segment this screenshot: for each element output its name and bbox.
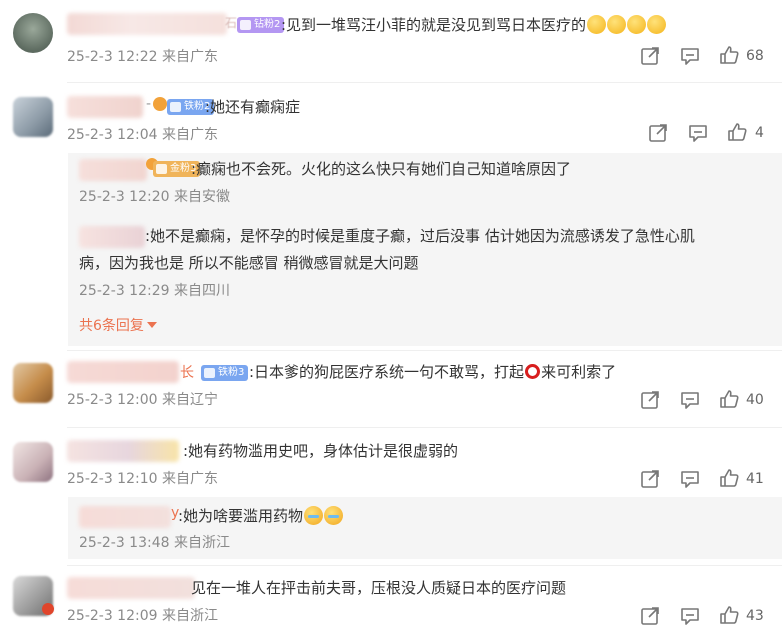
share-icon[interactable] [639,468,661,490]
reply-meta: 25-2-3 13:48 来自浙江 [79,533,230,553]
location: 来自广东 [161,127,218,143]
expand-replies-link[interactable]: 共6条回复 [79,316,157,336]
location: 来自广东 [161,49,218,65]
comment-icon[interactable] [679,605,701,627]
grin-emoji-icon [587,15,607,34]
reply-thread [68,153,782,346]
crying-emoji-icon [304,506,324,525]
comment-text: :她有药物滥用史吧，身体估计是很虚弱的 [183,442,459,460]
comment-icon[interactable] [687,122,709,144]
comment-meta: 25-2-3 12:10 来自广东 [67,469,218,489]
name-fragment: 长 [180,365,194,381]
username[interactable] [67,577,195,599]
grin-emoji-icon [607,15,627,34]
like-count: 40 [746,392,764,408]
username[interactable] [67,361,179,383]
reply-meta: 25-2-3 12:20 来自安徽 [79,187,230,207]
like-icon[interactable] [726,121,748,143]
timestamp: 25-2-3 12:22 [67,49,158,65]
timestamp: 25-2-3 12:20 [79,189,170,205]
timestamp: 25-2-3 12:04 [67,127,158,143]
grin-emoji-icon [647,15,667,34]
like-count: 68 [746,48,764,64]
comment-icon[interactable] [679,389,701,411]
like-icon[interactable] [718,388,740,410]
separator: - [146,96,152,112]
location: 来自四川 [173,283,230,299]
timestamp: 25-2-3 13:48 [79,535,170,551]
like-count: 4 [755,125,764,141]
location: 来自浙江 [173,535,230,551]
crying-emoji-icon [324,506,344,525]
divider [67,350,782,351]
timestamp: 25-2-3 12:29 [79,283,170,299]
reply-username[interactable] [79,226,145,248]
timestamp: 25-2-3 12:10 [67,471,158,487]
caret-down-icon [146,322,157,328]
reply-text: :她不是癫痫，是怀孕的时候是重度子癫，过后没事 估计她因为流感诱发了急性心肌 [145,227,695,245]
share-icon[interactable] [639,389,661,411]
share-icon[interactable] [639,605,661,627]
timestamp: 25-2-3 12:00 [67,392,158,408]
location: 来自广东 [161,471,218,487]
avatar[interactable] [13,97,53,137]
avatar-badge [42,603,54,615]
timestamp: 25-2-3 12:09 [67,608,158,624]
comment-text: :她还有癫痫症 [205,98,301,116]
red-circle-icon [525,364,541,379]
like-icon[interactable] [718,467,740,489]
share-icon[interactable] [647,122,669,144]
comment-meta: 25-2-3 12:22 来自广东 [67,47,218,67]
name-fragment: 石 [225,16,238,30]
crown-icon [153,97,167,111]
username[interactable] [67,96,143,118]
avatar[interactable] [13,442,53,482]
fan-level-icon [170,102,181,112]
diamond-icon [240,20,251,30]
username[interactable] [67,440,179,462]
comment-text: :见到一堆骂汪小菲的就是没见到骂日本医疗的 [281,14,667,36]
reply-meta: 25-2-3 12:29 来自四川 [79,281,230,301]
fan-badge: 铁粉3 [201,365,249,381]
location: 来自辽宁 [161,392,218,408]
fan-level-icon [156,164,167,174]
divider [67,427,782,428]
avatar[interactable] [13,13,53,53]
divider [67,82,782,83]
location: 来自安徽 [173,189,230,205]
like-icon[interactable] [718,44,740,66]
like-icon[interactable] [718,604,740,626]
reply-username[interactable] [79,159,147,181]
comment-text: 见在一堆人在抨击前夫哥，压根没人质疑日本的医疗问题 [191,579,567,597]
avatar[interactable] [13,363,53,403]
comment-icon[interactable] [679,468,701,490]
comment-meta: 25-2-3 12:09 来自浙江 [67,606,218,626]
reply-text: :她为啥要滥用药物 [178,505,344,527]
comment-meta: 25-2-3 12:04 来自广东 [67,125,218,145]
like-count: 43 [746,608,764,624]
divider [67,565,782,566]
fan-level-icon [204,368,215,378]
fan-badge: 钻粉2 [237,17,285,33]
username[interactable] [67,13,227,35]
reply-username[interactable] [79,506,171,528]
like-count: 41 [746,471,764,487]
comment-text: :日本爹的狗屁医疗系统一句不敢骂，打起 来可利索了 [249,363,617,381]
reply-text: :癫痫也不会死。火化的这么快只有她们自己知道啥原因了 [191,160,572,178]
location: 来自浙江 [161,608,218,624]
comment-meta: 25-2-3 12:00 来自辽宁 [67,390,218,410]
share-icon[interactable] [639,45,661,67]
comment-icon[interactable] [679,45,701,67]
reply-text-continued: 病，因为我也是 所以不能感冒 稍微感冒就是大问题 [79,254,419,272]
grin-emoji-icon [627,15,647,34]
